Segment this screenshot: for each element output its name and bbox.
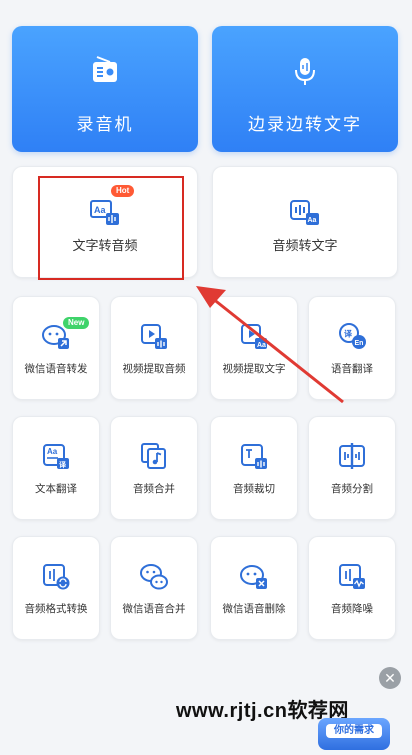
promo-button[interactable]: 你的需求 xyxy=(318,718,390,750)
annotation-arrow-icon xyxy=(196,286,344,404)
tool-home-screen: 录音机 边录边转文字 Aa Hot 文字转音频 Aa 音频转文字 New 微信语… xyxy=(0,0,412,755)
close-icon[interactable]: ✕ xyxy=(379,667,401,689)
promo-label: 你的需求 xyxy=(326,724,382,738)
